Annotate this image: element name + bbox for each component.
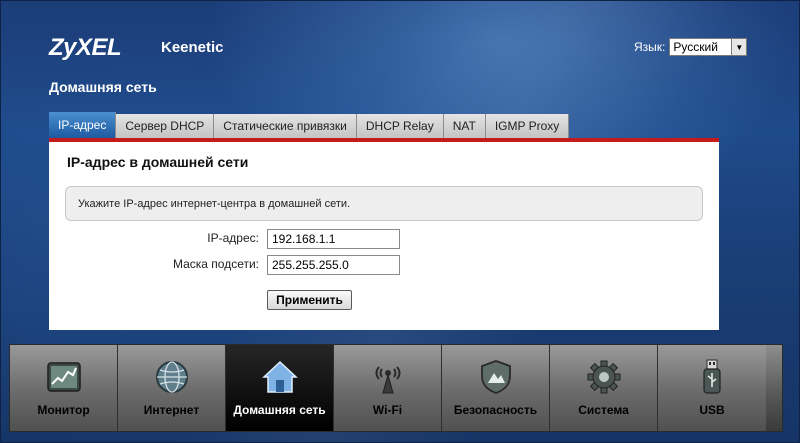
- tab-static-bindings[interactable]: Статические привязки: [214, 114, 357, 138]
- nav-system[interactable]: Система: [550, 345, 658, 431]
- nav-home-network[interactable]: Домашняя сеть: [226, 345, 334, 431]
- nav-label: Интернет: [143, 403, 200, 417]
- usb-icon: [694, 359, 730, 395]
- language-value: Русский: [673, 40, 718, 54]
- nav-monitor[interactable]: Монитор: [10, 345, 118, 431]
- language-selector: Язык: Русский ▼: [634, 38, 748, 56]
- globe-icon: [154, 359, 190, 395]
- nav-label: Безопасность: [453, 403, 538, 417]
- tab-dhcp-relay[interactable]: DHCP Relay: [356, 114, 444, 138]
- model-name: Keenetic: [161, 39, 224, 56]
- settings-panel: IP-адрес в домашней сети Укажите IP-адре…: [49, 142, 719, 330]
- subnet-mask-label: Маска подсети:: [172, 257, 259, 271]
- tab-dhcp-server[interactable]: Сервер DHCP: [116, 114, 215, 138]
- nav-label: USB: [699, 403, 725, 417]
- zyxel-logo: ZyXEL: [49, 34, 122, 61]
- ip-address-label: IP-адрес:: [207, 231, 259, 245]
- apply-button[interactable]: Применить: [267, 290, 352, 310]
- hint-box: Укажите IP-адрес интернет-центра в домаш…: [65, 186, 703, 221]
- chevron-down-icon[interactable]: ▼: [731, 39, 747, 55]
- tab-igmp-proxy[interactable]: IGMP Proxy: [485, 114, 570, 138]
- nav-wifi[interactable]: Wi-Fi: [334, 345, 442, 431]
- page-title: Домашняя сеть: [49, 79, 157, 95]
- gear-icon: [586, 359, 622, 395]
- ip-address-value: 192.168.1.1: [272, 232, 336, 246]
- nav-label: Монитор: [37, 403, 90, 417]
- nav-label: Wi-Fi: [372, 403, 403, 417]
- shield-icon: [478, 359, 514, 395]
- hint-text: Укажите IP-адрес интернет-центра в домаш…: [78, 197, 351, 210]
- nav-security[interactable]: Безопасность: [442, 345, 550, 431]
- monitor-icon: [46, 359, 82, 395]
- panel-title: IP-адрес в домашней сети: [67, 154, 249, 170]
- home-icon: [261, 359, 298, 395]
- subnet-mask-value: 255.255.255.0: [272, 258, 349, 272]
- language-dropdown[interactable]: Русский ▼: [669, 38, 748, 56]
- nav-usb[interactable]: USB: [658, 345, 766, 431]
- wifi-icon: [370, 359, 406, 395]
- subnet-mask-input[interactable]: 255.255.255.0: [267, 255, 400, 275]
- tab-ip-address[interactable]: IP-адрес: [49, 112, 117, 138]
- language-label: Язык:: [634, 40, 666, 54]
- tab-bar: IP-адрес Сервер DHCP Статические привязк…: [49, 112, 570, 138]
- nav-label: Система: [578, 403, 629, 417]
- app-window: ZyXEL Keenetic Язык: Русский ▼ Домашняя …: [0, 0, 800, 443]
- tab-nat[interactable]: NAT: [443, 114, 486, 138]
- nav-internet[interactable]: Интернет: [118, 345, 226, 431]
- nav-label: Домашняя сеть: [233, 403, 326, 417]
- ip-address-input[interactable]: 192.168.1.1: [267, 229, 400, 249]
- main-navigation: Монитор Интернет Домашняя сеть Wi-Fi Без…: [9, 344, 783, 432]
